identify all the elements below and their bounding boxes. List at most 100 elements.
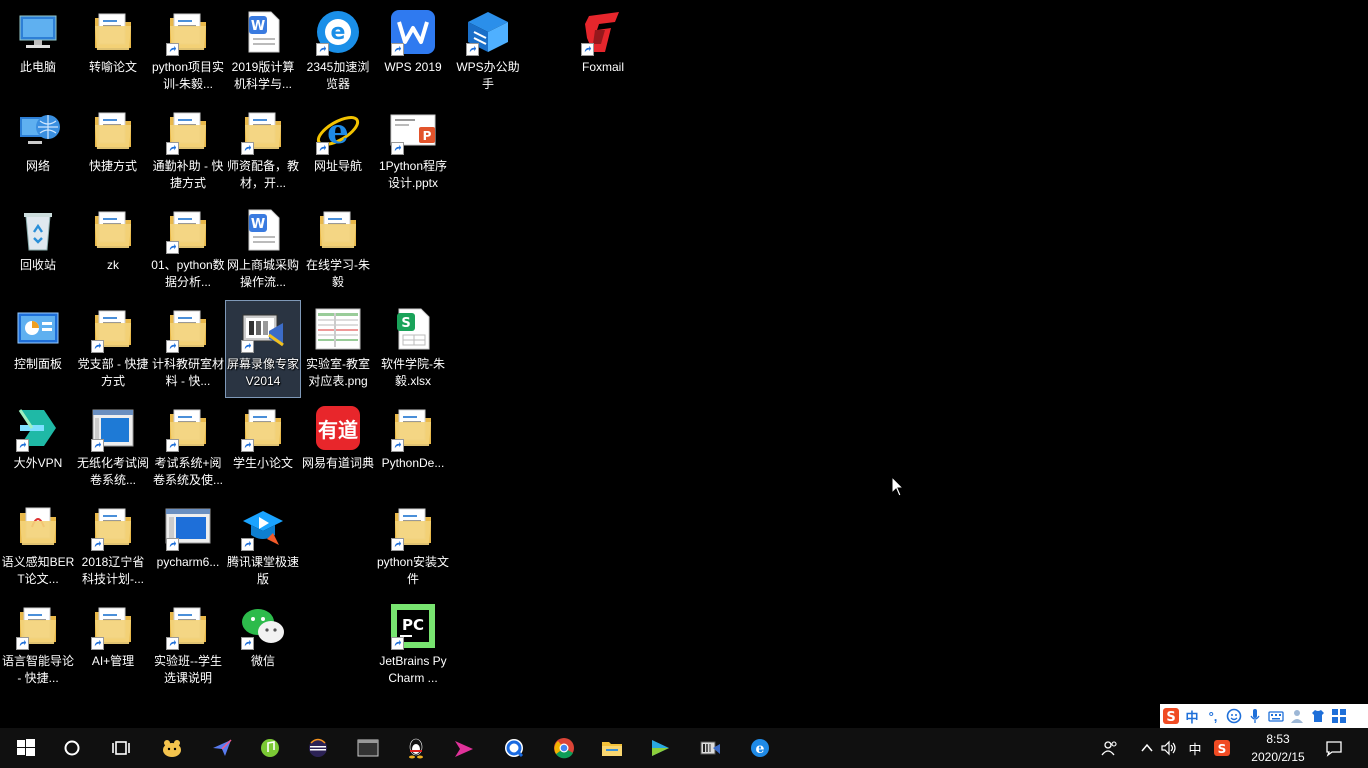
desktop[interactable]: 此电脑 转喻论文 python项目实训-朱毅... W 2019版计算机科学与... e 2…: [0, 0, 1368, 728]
folder-icon: [89, 206, 137, 254]
blue-q-icon: [503, 737, 525, 759]
people-icon[interactable]: [1098, 728, 1122, 768]
user-icon[interactable]: [1288, 706, 1306, 726]
svg-text:W: W: [251, 19, 265, 34]
ime-mode-indicator[interactable]: 中: [1184, 728, 1206, 768]
desktop-icon[interactable]: 师资配备，教材，开...: [226, 103, 300, 199]
taskbar-app-12[interactable]: [686, 728, 734, 768]
desktop-icon-label: 2019版计算机科学与...: [231, 60, 295, 91]
desktop-icon[interactable]: 实验班--学生选课说明: [151, 598, 225, 694]
taskbar-app-3[interactable]: [246, 728, 294, 768]
desktop-icon-label: JetBrains PyCharm ...: [379, 654, 447, 685]
start-button[interactable]: [2, 728, 50, 768]
ime-toolbar[interactable]: S 中 °,: [1160, 704, 1368, 728]
desktop-icon[interactable]: e 网址导航: [301, 103, 375, 199]
sogou-tray-icon[interactable]: S: [1210, 728, 1234, 768]
desktop-icon[interactable]: e 2345加速浏览器: [301, 4, 375, 100]
taskbar-app-8[interactable]: [490, 728, 538, 768]
desktop-icon[interactable]: PythonDe...: [376, 400, 450, 496]
desktop-icon-label: WPS办公助手: [456, 60, 520, 91]
shortcut-arrow-icon: [316, 43, 329, 56]
desktop-icon[interactable]: 党支部 - 快捷方式: [76, 301, 150, 397]
desktop-icon[interactable]: python项目实训-朱毅...: [151, 4, 225, 100]
desktop-icon[interactable]: python安装文件: [376, 499, 450, 595]
desktop-icon[interactable]: 通勤补助 - 快捷方式: [151, 103, 225, 199]
toolbox-grid-icon[interactable]: [1330, 706, 1348, 726]
taskbar-app-2[interactable]: [198, 728, 246, 768]
desktop-icon[interactable]: zk: [76, 202, 150, 298]
desktop-icon[interactable]: 微信: [226, 598, 300, 694]
desktop-icon[interactable]: 2018辽宁省科技计划-...: [76, 499, 150, 595]
desktop-icon[interactable]: 屏幕录像专家V2014: [225, 300, 301, 398]
ime-chinese-toggle[interactable]: 中: [1183, 706, 1201, 726]
desktop-icon-label: 回收站: [19, 258, 56, 272]
desktop-icon[interactable]: PC JetBrains PyCharm ...: [376, 598, 450, 694]
desktop-icon[interactable]: 此电脑: [1, 4, 75, 100]
desktop-icon[interactable]: 考试系统+阅卷系统及使...: [151, 400, 225, 496]
shortcut-arrow-icon: [16, 439, 29, 452]
desktop-icon[interactable]: P 1Python程序设计.pptx: [376, 103, 450, 199]
desktop-icon[interactable]: 网络: [1, 103, 75, 199]
desktop-icon[interactable]: 语言智能导论 - 快捷...: [1, 598, 75, 694]
desktop-icon-label: 快捷方式: [88, 159, 137, 173]
png-image-icon: [314, 305, 362, 353]
ime-punctuation-toggle[interactable]: °,: [1204, 706, 1222, 726]
shortcut-arrow-icon: [166, 637, 179, 650]
desktop-icon-label: 屏幕录像专家V2014: [226, 357, 299, 388]
taskbar-app-7[interactable]: [440, 728, 488, 768]
green-music-icon: [259, 737, 281, 759]
desktop-icon[interactable]: 无纸化考试阅卷系统...: [76, 400, 150, 496]
taskbar-app-6[interactable]: [392, 728, 440, 768]
folder-icon: [164, 206, 212, 254]
youdao-icon: 有道: [314, 404, 362, 452]
chevron-up-icon[interactable]: [1136, 728, 1158, 768]
folder-icon: [314, 206, 362, 254]
taskbar-app-13[interactable]: e: [736, 728, 784, 768]
desktop-icon[interactable]: 01、python数据分析...: [151, 202, 225, 298]
screen-recorder-icon: [699, 737, 721, 759]
skin-shirt-icon[interactable]: [1309, 706, 1327, 726]
desktop-icon-label: 转喻论文: [88, 60, 137, 74]
clock[interactable]: 8:53 2020/2/15: [1236, 728, 1320, 768]
desktop-icon[interactable]: 转喻论文: [76, 4, 150, 100]
sogou-logo-icon[interactable]: S: [1162, 706, 1180, 726]
taskbar-app-11[interactable]: [636, 728, 684, 768]
notification-center-icon[interactable]: [1322, 728, 1346, 768]
microphone-icon[interactable]: [1246, 706, 1264, 726]
desktop-icon-label: 控制面板: [13, 357, 62, 371]
folder-icon: [239, 404, 287, 452]
desktop-icon[interactable]: 大外VPN: [1, 400, 75, 496]
desktop-icon[interactable]: 在线学习-朱毅: [301, 202, 375, 298]
taskbar-app-9[interactable]: [540, 728, 588, 768]
desktop-icon[interactable]: WPS办公助手: [451, 4, 525, 100]
desktop-icon[interactable]: 控制面板: [1, 301, 75, 397]
desktop-icon[interactable]: W 2019版计算机科学与...: [226, 4, 300, 100]
desktop-icon[interactable]: AI+管理: [76, 598, 150, 694]
desktop-icon[interactable]: 计科教研室材料 - 快...: [151, 301, 225, 397]
svg-text:W: W: [251, 217, 265, 232]
desktop-icon-label: 腾讯课堂极速版: [226, 555, 299, 586]
emoji-icon[interactable]: [1225, 706, 1243, 726]
desktop-icon[interactable]: W 网上商城采购操作流...: [226, 202, 300, 298]
keyboard-icon[interactable]: [1267, 706, 1285, 726]
volume-icon[interactable]: [1158, 728, 1180, 768]
desktop-icon[interactable]: 有道 网易有道词典: [301, 400, 375, 496]
desktop-icon[interactable]: 实验室-教室对应表.png: [301, 301, 375, 397]
task-view-button[interactable]: [97, 728, 145, 768]
taskbar-app-10[interactable]: [588, 728, 636, 768]
cortana-button[interactable]: [48, 728, 96, 768]
desktop-icon[interactable]: 快捷方式: [76, 103, 150, 199]
desktop-icon[interactable]: 学生小论文: [226, 400, 300, 496]
desktop-icon[interactable]: Foxmail: [566, 4, 640, 100]
taskbar-app-5[interactable]: [344, 728, 392, 768]
desktop-icon[interactable]: WPS 2019: [376, 4, 450, 100]
desktop-icon-label: 在线学习-朱毅: [306, 258, 370, 289]
desktop-icon[interactable]: 语义感知BERT论文...: [1, 499, 75, 595]
desktop-icon-label: 软件学院-朱毅.xlsx: [381, 357, 445, 388]
desktop-icon[interactable]: S 软件学院-朱毅.xlsx: [376, 301, 450, 397]
desktop-icon[interactable]: 腾讯课堂极速版: [226, 499, 300, 595]
taskbar-app-4[interactable]: [294, 728, 342, 768]
desktop-icon[interactable]: 回收站: [1, 202, 75, 298]
taskbar-app-1[interactable]: [148, 728, 196, 768]
desktop-icon[interactable]: pycharm6...: [151, 499, 225, 595]
